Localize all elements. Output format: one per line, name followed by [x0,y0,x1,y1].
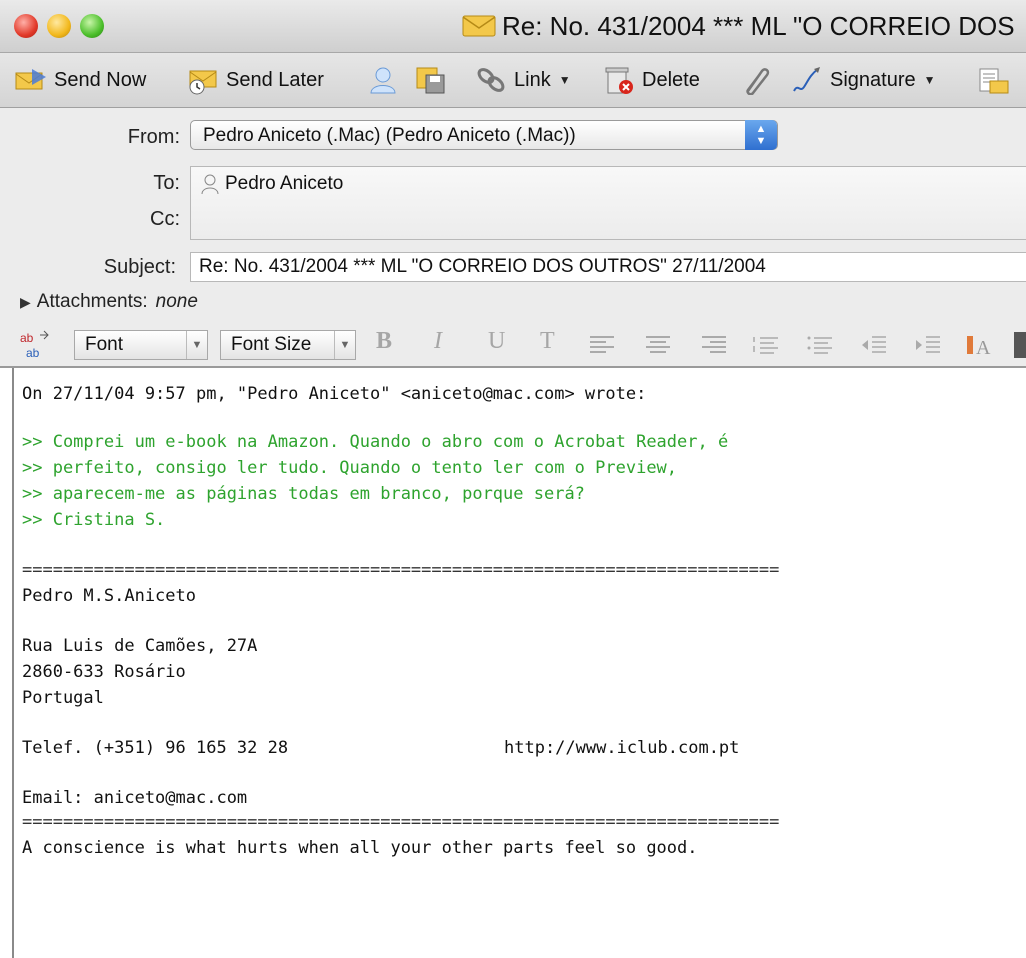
signature-button[interactable]: Signature ▼ [790,63,936,97]
chevron-down-icon[interactable]: ▼ [186,331,207,359]
website-link[interactable]: http://www.iclub.com.pt [504,738,739,758]
close-window-button[interactable] [14,14,38,38]
signature-icon [793,67,820,92]
format-options-button[interactable] [976,63,1016,97]
indent-icon[interactable] [914,334,942,356]
subject-value: Re: No. 431/2004 *** ML "O CORREIO DOS O… [199,256,766,277]
select-stepper-icon[interactable]: ▲ ▼ [745,120,777,150]
save-draft-button[interactable] [414,63,454,97]
recipients-field[interactable]: Pedro Aniceto [190,166,1026,240]
chevron-down-icon[interactable]: ▼ [924,73,936,87]
from-value: Pedro Aniceto (.Mac) (Pedro Aniceto (.Ma… [203,125,576,146]
from-label: From: [127,126,180,148]
address-line: Portugal [22,688,104,708]
link-icon [477,68,505,92]
attachments-label: Attachments: [36,291,148,312]
font-combo[interactable]: Font ▼ [74,330,208,360]
align-right-icon[interactable] [700,334,728,356]
signature-label: Signature [830,68,916,91]
quoted-line: >> Cristina S. [22,510,166,530]
attach-button[interactable] [738,63,778,97]
font-size-value: Font Size [231,334,312,355]
chevron-down-icon[interactable]: ▼ [559,73,571,87]
text-color-icon[interactable]: A [966,334,1002,356]
send-later-button[interactable]: Send Later [186,63,324,97]
envelope-icon [462,15,496,37]
send-now-button[interactable]: Send Now [14,63,146,97]
numbered-list-icon[interactable] [752,334,780,356]
attachments-row[interactable]: ▶ Attachments: none [20,291,198,313]
signature-separator: ========================================… [22,812,780,832]
address-line: 2860-633 Rosário [22,662,186,682]
format-bar: ab ab Font ▼ Font Size ▼ B I U T A [0,322,1026,368]
save-draft-icon [416,67,445,94]
signature-name: Pedro M.S.Aniceto [22,586,196,606]
to-label: To: [153,172,180,194]
window-title: Re: No. 431/2004 *** ML "O CORREIO DOS [502,10,1015,41]
message-body[interactable]: On 27/11/04 9:57 pm, "Pedro Aniceto" <an… [12,368,1026,958]
quoted-line: >> perfeito, consigo ler tudo. Quando o … [22,458,678,478]
align-center-icon[interactable] [644,334,672,356]
phone-line: Telef. (+351) 96 165 32 28 [22,738,289,758]
minimize-window-button[interactable] [47,14,71,38]
zoom-window-button[interactable] [80,14,104,38]
link-button[interactable]: Link ▼ [474,63,571,97]
disclosure-triangle-icon[interactable]: ▶ [20,294,31,311]
quoted-line: >> Comprei um e-book na Amazon. Quando o… [22,432,729,452]
send-later-label: Send Later [226,68,324,91]
address-book-icon [370,67,396,94]
window-title-group: Re: No. 431/2004 *** ML "O CORREIO DOS [462,10,1015,41]
reply-intro: On 27/11/04 9:57 pm, "Pedro Aniceto" <an… [22,384,647,404]
link-label: Link [514,68,551,91]
align-left-icon[interactable] [588,334,616,356]
to-value: Pedro Aniceto [225,173,344,194]
address-line: Rua Luis de Camões, 27A [22,636,258,656]
delete-button[interactable]: Delete [602,63,700,97]
format-options-icon [979,68,1009,94]
delete-label: Delete [642,68,700,91]
subject-label: Subject: [103,256,176,278]
outdent-icon[interactable] [860,334,888,356]
spell-check-icon[interactable]: ab ab [18,329,62,361]
font-value: Font [85,334,124,355]
svg-text:ab: ab [26,346,40,360]
quoted-line: >> aparecem-me as páginas todas em branc… [22,484,585,504]
send-now-icon [15,69,46,90]
toolbar: Send Now Send Later Link ▼ Delete Signat… [0,53,1026,108]
subject-input[interactable]: Re: No. 431/2004 *** ML "O CORREIO DOS O… [190,252,1026,282]
attachments-value: none [155,291,198,312]
chevron-down-icon[interactable]: ▼ [334,331,355,359]
send-now-label: Send Now [54,68,147,91]
person-icon [201,174,219,195]
toolbar-overflow-handle[interactable] [1014,332,1026,358]
recipient-token[interactable]: Pedro Aniceto [201,173,343,195]
font-size-combo[interactable]: Font Size ▼ [220,330,356,360]
text-style-button[interactable]: T [540,328,555,355]
title-bar[interactable]: Re: No. 431/2004 *** ML "O CORREIO DOS [0,0,1026,53]
trash-icon [605,67,633,94]
bold-button[interactable]: B [376,328,392,355]
paperclip-icon [746,68,770,95]
address-book-button[interactable] [366,63,406,97]
from-select[interactable]: Pedro Aniceto (.Mac) (Pedro Aniceto (.Ma… [190,120,778,150]
bullet-list-icon[interactable] [806,334,834,356]
cc-label: Cc: [150,208,180,230]
svg-text:A: A [976,337,991,356]
signature-separator: ========================================… [22,560,780,580]
email-line[interactable]: Email: aniceto@mac.com [22,788,247,808]
italic-button[interactable]: I [434,328,442,355]
send-later-icon [189,70,217,95]
underline-button[interactable]: U [488,328,505,355]
svg-text:ab: ab [20,331,34,345]
signature-quote: A conscience is what hurts when all your… [22,838,698,858]
